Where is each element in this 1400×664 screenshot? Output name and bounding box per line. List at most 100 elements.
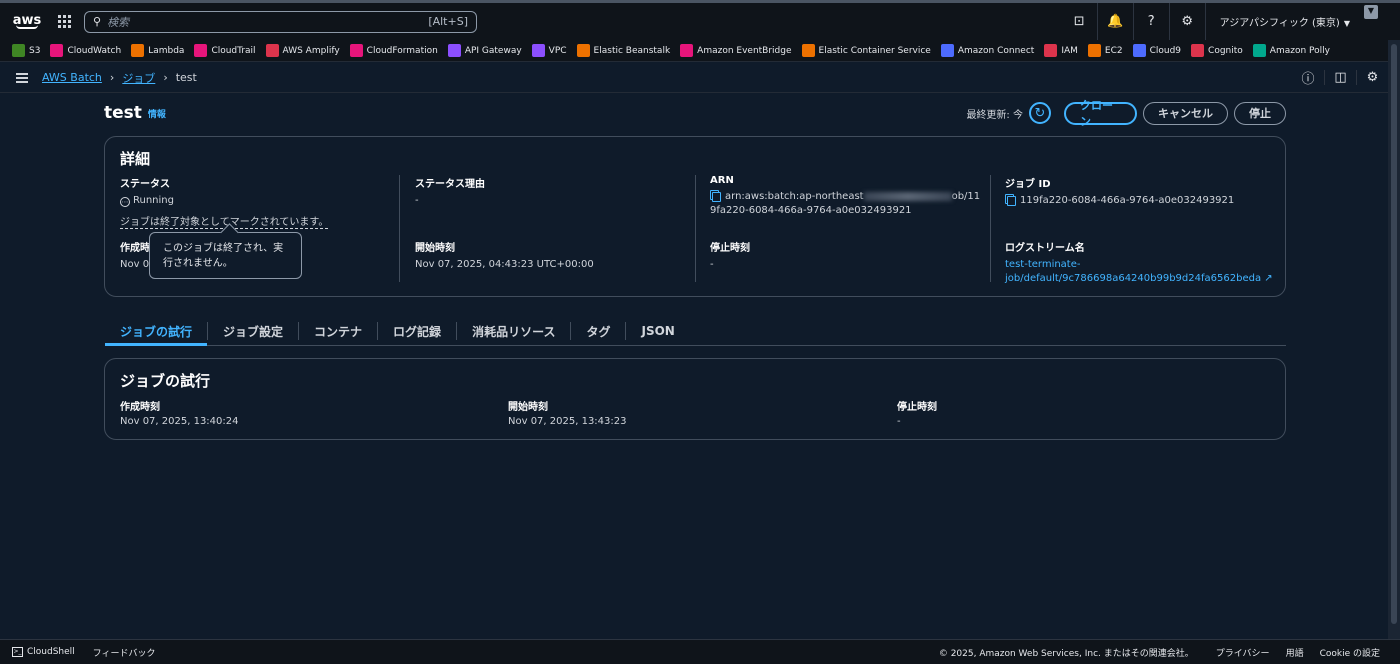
favorite-label: Cloud9 [1149,45,1182,56]
copyright-text: © 2025, Amazon Web Services, Inc. またはその関… [938,648,1194,659]
tooltip-line1: このジョブは終了され、実 [163,243,284,254]
help-icon[interactable]: ? [1134,3,1170,40]
tooltip-line2: 行されません。 [163,258,233,269]
arn-line2: 9fa220-6084-466a-9764-a0e032493921 [710,205,912,216]
favorite-api-gateway[interactable]: API Gateway [447,44,522,57]
refresh-button[interactable]: ↻ [1029,102,1051,124]
service-icon [12,44,25,57]
favorite-aws-amplify[interactable]: AWS Amplify [265,44,340,57]
copy-icon[interactable] [710,190,721,202]
tab-4[interactable]: 消耗品リソース [457,317,570,345]
favorite-elastic-beanstalk[interactable]: Elastic Beanstalk [576,44,670,57]
breadcrumb-jobs[interactable]: ジョブ [122,70,155,86]
attempt-created-field: 作成時刻 Nov 07, 2025, 13:40:24 [120,398,490,429]
status-reason-field: ステータス理由 - [415,175,685,208]
services-menu-icon[interactable] [58,14,72,29]
started-value: Nov 07, 2025, 04:43:23 UTC+00:00 [415,259,594,270]
favorite-lambda[interactable]: Lambda [131,44,184,57]
favorite-cloudformation[interactable]: CloudFormation [349,44,438,57]
tab-2[interactable]: コンテナ [299,317,377,345]
arn-prefix: arn:aws:batch:ap-northeast [725,191,864,202]
favorite-elastic-container-service[interactable]: Elastic Container Service [801,44,931,57]
favorite-label: API Gateway [464,45,522,56]
favorite-amazon-eventbridge[interactable]: Amazon EventBridge [680,44,792,57]
job-id-row: 119fa220-6084-466a-9764-a0e032493921 [1005,194,1280,208]
cookie-settings-link[interactable]: Cookie の設定 [1320,646,1380,659]
service-icon [801,44,815,57]
external-link-icon: ↗ [1264,273,1273,284]
copy-icon[interactable] [1005,194,1016,206]
service-icon [1044,44,1058,57]
job-id-label: ジョブ ID [1005,179,1051,190]
favorite-label: Amazon Polly [1269,45,1330,56]
scroll-up-icon[interactable]: ▼ [1364,4,1378,19]
favorites-bar: S3 CloudWatch Lambda CloudTrail AWS Amplify C… [0,40,1388,62]
cloudshell-icon[interactable]: ⊡ [1062,3,1098,40]
favorite-cloud9[interactable]: Cloud9 [1132,44,1182,57]
favorite-label: CloudWatch [67,45,122,56]
footer: >_ CloudShell フィードバック © 2025, Amazon Web … [0,639,1400,664]
menu-icon[interactable] [16,72,28,83]
status-value: Running [133,195,174,206]
tab-0[interactable]: ジョブの試行 [105,317,208,346]
favorite-amazon-polly[interactable]: Amazon Polly [1252,44,1330,57]
favorite-cloudwatch[interactable]: CloudWatch [50,44,121,57]
favorite-label: Amazon EventBridge [697,45,792,56]
breadcrumb-bar: AWS Batch › ジョブ › test ⓘ ◫ ⚙ [0,63,1388,93]
favorite-vpc[interactable]: VPC [531,44,567,57]
favorite-ec2[interactable]: EC2 [1087,44,1123,57]
cancel-button[interactable]: キャンセル [1143,101,1228,125]
service-icon [447,44,461,57]
service-icon [576,44,590,57]
status-tooltip: このジョブは終了され、実 行されません。 [149,232,302,279]
favorite-s3[interactable]: S3 [12,44,40,57]
settings-icon[interactable]: ⚙ [1170,3,1206,40]
favorite-label: Cognito [1208,45,1243,56]
attempt-stopped-field: 停止時刻 - [897,398,1267,429]
favorite-iam[interactable]: IAM [1044,44,1078,57]
aws-logo-text: aws [12,12,42,28]
tab-6[interactable]: JSON [626,317,689,345]
notifications-panel-icon[interactable]: ◫ [1324,70,1356,85]
info-panel-icon[interactable]: ⓘ [1292,68,1324,87]
favorite-label: IAM [1061,45,1078,56]
log-stream-label: ログストリーム名 [1005,243,1085,254]
search-placeholder: 検索 [107,15,130,29]
tab-5[interactable]: タグ [571,317,625,345]
favorite-cloudtrail[interactable]: CloudTrail [194,44,256,57]
favorite-label: EC2 [1104,45,1123,56]
log-stream-link[interactable]: test-terminate- job/default/9c786698a642… [1005,258,1280,286]
top-navigation: aws ⚲ 検索 [Alt+S] ⊡ 🔔 ? ⚙ アジアパシフィック (東京) ▼… [0,0,1400,40]
notifications-icon[interactable]: 🔔 [1098,3,1134,40]
attempt-started-value: Nov 07, 2025, 13:43:23 [508,416,627,427]
chevron-down-icon: ▼ [1343,19,1350,28]
service-icon [349,44,363,57]
service-icon [50,44,64,57]
log-stream-line2: job/default/9c786698a64240b99b9d24fa6562… [1005,273,1262,284]
breadcrumb: AWS Batch › ジョブ › test [42,70,197,86]
search-input[interactable]: ⚲ 検索 [Alt+S] [84,10,477,33]
cloudshell-button[interactable]: >_ CloudShell [12,647,75,657]
stop-button[interactable]: 停止 [1234,101,1286,125]
stopped-value: - [710,259,714,270]
favorite-cognito[interactable]: Cognito [1191,44,1243,57]
terms-link[interactable]: 用語 [1286,646,1304,659]
aws-logo[interactable]: aws [10,12,44,29]
clone-button[interactable]: クローン [1064,99,1137,128]
service-icon [1087,44,1101,57]
job-id-field: ジョブ ID 119fa220-6084-466a-9764-a0e032493… [1005,175,1280,208]
tab-3[interactable]: ログ記録 [378,317,456,345]
privacy-link[interactable]: プライバシー [1216,646,1270,659]
job-attempts-card: ジョブの試行 作成時刻 Nov 07, 2025, 13:40:24 開始時刻 … [104,358,1286,440]
favorite-label: S3 [29,45,41,56]
region-selector[interactable]: アジアパシフィック (東京) ▼ [1206,14,1364,29]
breadcrumb-aws-batch[interactable]: AWS Batch [42,71,102,84]
status-reason-value: - [415,195,419,206]
feedback-link[interactable]: フィードバック [93,646,156,659]
service-icon [1132,44,1146,57]
settings-panel-icon[interactable]: ⚙ [1356,70,1388,85]
page-scrollbar[interactable] [1388,40,1400,640]
info-link[interactable]: 情報 [148,107,166,120]
favorite-amazon-connect[interactable]: Amazon Connect [940,44,1034,57]
tab-1[interactable]: ジョブ設定 [208,317,298,345]
